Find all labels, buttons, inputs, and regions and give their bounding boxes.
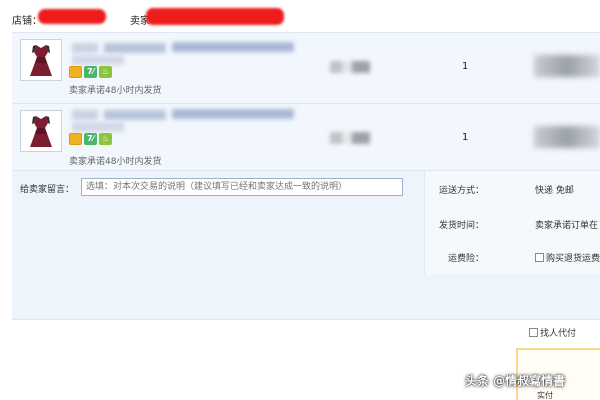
agent-pay-option[interactable]: 找人代付: [529, 326, 576, 339]
service-badges: 7⁄ ♨: [69, 66, 112, 78]
seller-promise: 卖家承诺48小时内发货: [69, 157, 162, 167]
agent-pay-label: 找人代付: [540, 329, 577, 339]
delivery-time-value: 卖家承诺订单在: [535, 221, 599, 231]
product-thumbnail[interactable]: [20, 110, 62, 152]
insurance-checkbox[interactable]: [535, 253, 544, 262]
shipping-insurance-option[interactable]: 购买退货运费: [535, 251, 600, 264]
shipping-panel: 运送方式： 快递 免邮 发货时间： 卖家承诺订单在 运费险： 购买退货运费: [424, 171, 600, 274]
title-blur: [172, 42, 294, 52]
subtotal-blur: [534, 55, 600, 77]
service-badges: 7⁄ ♨: [69, 133, 112, 145]
credit-card-icon: [69, 133, 82, 145]
shop-name-redacted: [38, 9, 106, 24]
watermark: 头条 @情叔寫情書: [465, 374, 566, 388]
shipping-insurance-label: 运费险：: [447, 254, 484, 264]
seller-promise: 卖家承诺48小时内发货: [69, 86, 162, 96]
title-blur: [72, 43, 98, 53]
order-items: 7⁄ ♨ 卖家承诺48小时内发货 1 7⁄ ♨ 卖家承诺48小时内发货 1: [12, 32, 600, 170]
message-label: 给卖家留言：: [20, 185, 75, 195]
order-item-row: 7⁄ ♨ 卖家承诺48小时内发货 1: [12, 103, 600, 171]
spec-blur: [72, 55, 124, 65]
seven-day-return-icon: 7⁄: [84, 133, 97, 145]
guarantee-icon: ♨: [99, 133, 112, 145]
insurance-text: 购买退货运费: [546, 254, 600, 264]
agent-pay-checkbox[interactable]: [529, 328, 538, 337]
title-blur: [104, 110, 166, 120]
guarantee-icon: ♨: [99, 66, 112, 78]
order-header: 店铺： 卖家: [0, 0, 600, 32]
unit-price-blur: [330, 61, 370, 73]
summary-text: 实付: [537, 391, 553, 400]
quantity: 1: [462, 132, 469, 143]
dress-image: [30, 45, 52, 76]
quantity: 1: [462, 61, 469, 72]
credit-card-icon: [69, 66, 82, 78]
shipping-method-value[interactable]: 快递 免邮: [535, 183, 574, 196]
seller-message-input[interactable]: [81, 178, 403, 196]
order-item-row: 7⁄ ♨ 卖家承诺48小时内发货 1: [12, 33, 600, 101]
delivery-time-label: 发货时间：: [438, 221, 484, 231]
dress-image: [30, 116, 52, 147]
title-blur: [72, 110, 98, 120]
unit-price-blur: [330, 132, 370, 144]
seller-name-redacted: [146, 8, 284, 25]
subtotal-blur: [534, 126, 600, 148]
product-thumbnail[interactable]: [20, 39, 62, 81]
shipping-method-label: 运送方式：: [438, 186, 484, 196]
title-blur: [172, 109, 294, 119]
message-shipping-area: 给卖家留言： 运送方式： 快递 免邮 发货时间： 卖家承诺订单在 运费险： 购买…: [12, 170, 600, 320]
spec-blur: [72, 122, 124, 132]
title-blur: [104, 43, 166, 53]
seven-day-return-icon: 7⁄: [84, 66, 97, 78]
